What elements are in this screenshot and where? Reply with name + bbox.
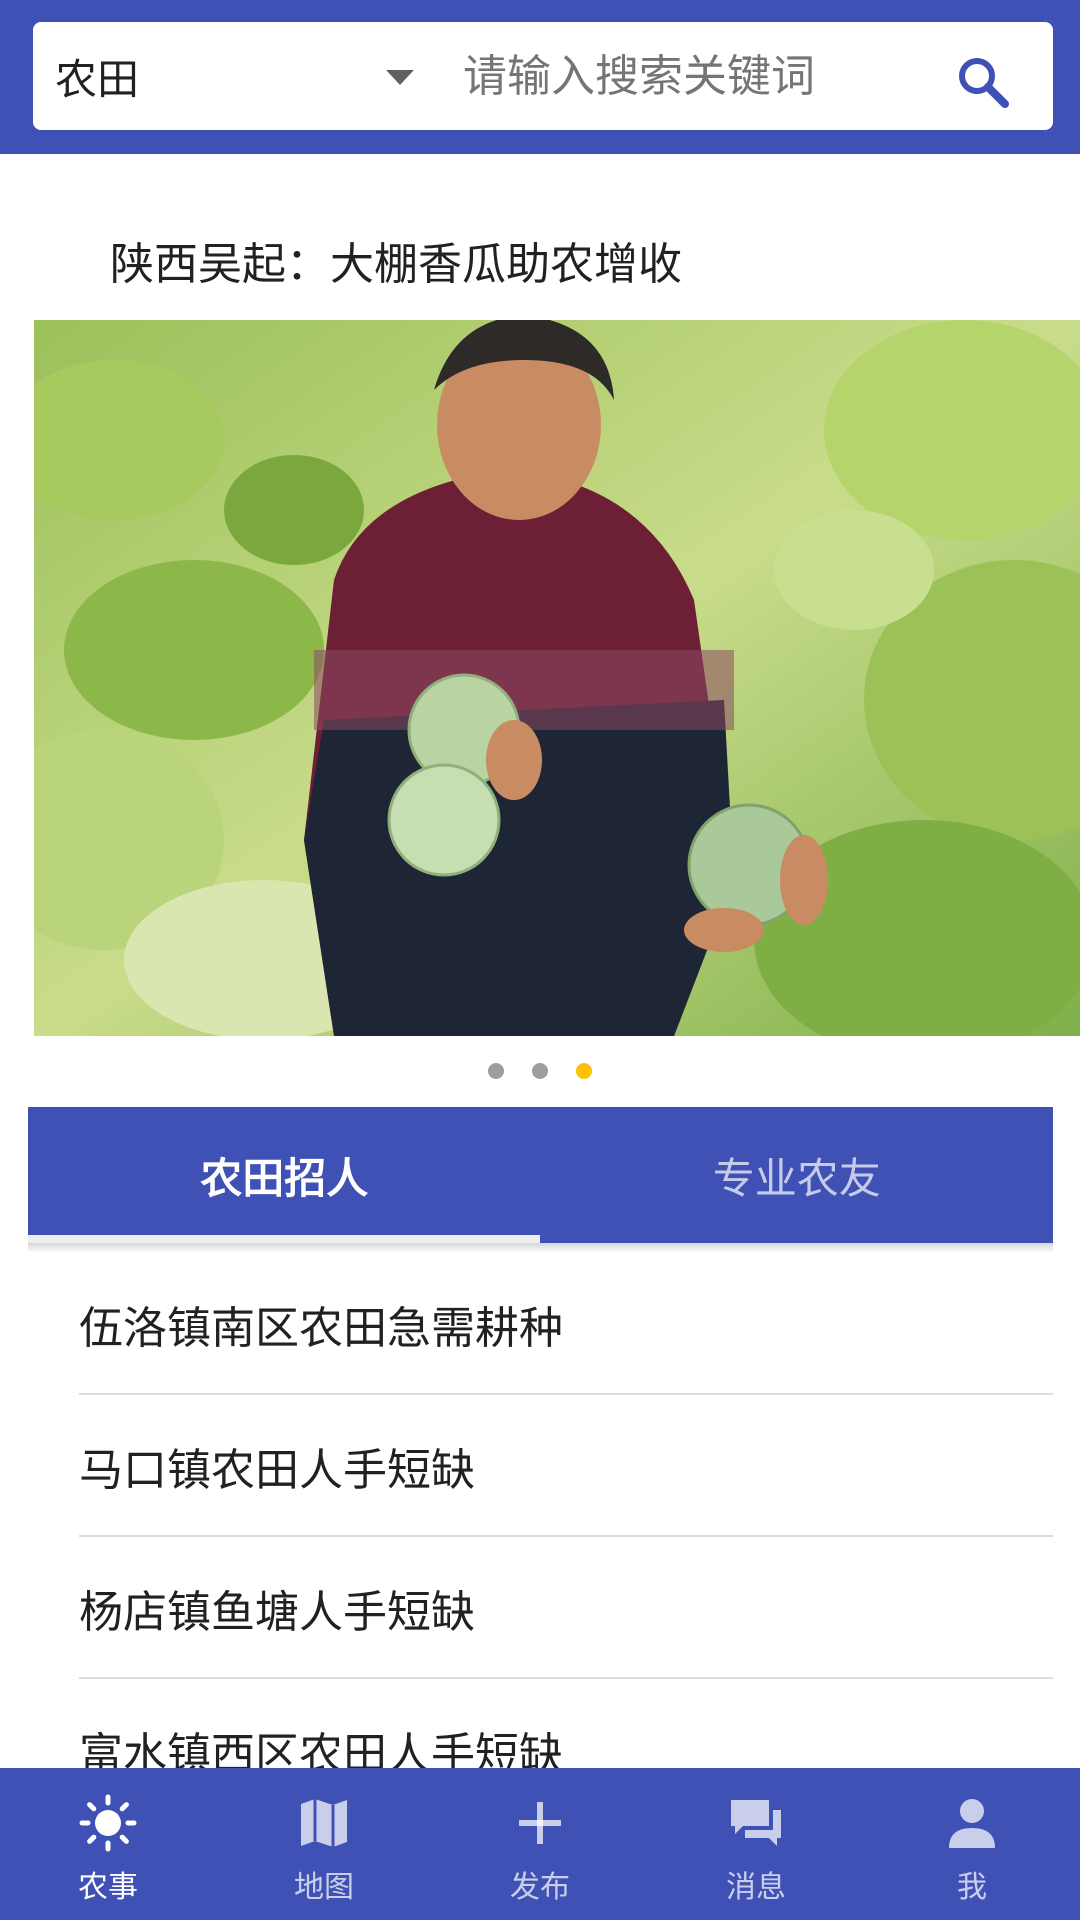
category-label: 农田 bbox=[55, 54, 140, 104]
sun-icon bbox=[79, 1794, 137, 1852]
carousel-dot[interactable] bbox=[532, 1063, 548, 1079]
nav-me[interactable]: 我 bbox=[864, 1768, 1080, 1920]
carousel-image[interactable] bbox=[34, 320, 1080, 1036]
list-item[interactable]: 伍洛镇南区农田急需耕种 bbox=[0, 1253, 1080, 1395]
list-item[interactable]: 马口镇农田人手短缺 bbox=[0, 1395, 1080, 1537]
tab-shadow bbox=[28, 1243, 1053, 1253]
nav-map[interactable]: 地图 bbox=[216, 1768, 432, 1920]
nav-label: 消息 bbox=[726, 1870, 786, 1905]
tab-indicator bbox=[28, 1235, 540, 1243]
map-icon bbox=[301, 1799, 347, 1847]
tab-label: 专业农友 bbox=[712, 1153, 881, 1203]
nav-label: 发布 bbox=[510, 1870, 570, 1905]
search-bar: 农田 bbox=[33, 22, 1053, 130]
person-icon bbox=[949, 1799, 995, 1848]
plus-icon bbox=[519, 1802, 561, 1844]
tab-label: 农田招人 bbox=[200, 1153, 369, 1203]
bottom-nav: 农事 地图 发布 消息 我 bbox=[0, 1768, 1080, 1920]
nav-farming[interactable]: 农事 bbox=[0, 1768, 216, 1920]
nav-label: 农事 bbox=[78, 1870, 138, 1905]
dropdown-caret-icon[interactable] bbox=[386, 70, 414, 85]
carousel-dot-active[interactable] bbox=[576, 1063, 592, 1079]
category-select[interactable]: 农田 bbox=[55, 22, 139, 130]
search-icon[interactable] bbox=[953, 52, 1013, 112]
tab-farm-recruit[interactable]: 农田招人 bbox=[28, 1107, 541, 1243]
farmer-melon-photo bbox=[34, 320, 1080, 1036]
news-headline[interactable]: 陕西吴起：大棚香瓜助农增收 bbox=[110, 228, 682, 292]
tab-bar: 农田招人 专业农友 bbox=[28, 1107, 1053, 1243]
nav-publish[interactable]: 发布 bbox=[432, 1768, 648, 1920]
list-item-title: 伍洛镇南区农田急需耕种 bbox=[79, 1303, 563, 1354]
list-item[interactable]: 杨店镇鱼塘人手短缺 bbox=[0, 1537, 1080, 1679]
top-bar: 农田 bbox=[0, 0, 1080, 154]
tab-pro-farmers[interactable]: 专业农友 bbox=[541, 1107, 1054, 1243]
recruit-list: 伍洛镇南区农田急需耕种 马口镇农田人手短缺 杨店镇鱼塘人手短缺 富水镇西区农田人… bbox=[0, 1253, 1080, 1821]
nav-messages[interactable]: 消息 bbox=[648, 1768, 864, 1920]
list-item-title: 马口镇农田人手短缺 bbox=[79, 1445, 475, 1496]
nav-label: 地图 bbox=[294, 1870, 354, 1905]
search-input[interactable] bbox=[461, 22, 911, 130]
list-item-title: 杨店镇鱼塘人手短缺 bbox=[79, 1587, 475, 1638]
carousel-dot[interactable] bbox=[488, 1063, 504, 1079]
nav-label: 我 bbox=[957, 1870, 987, 1905]
carousel-indicator bbox=[488, 1063, 592, 1079]
chat-icon bbox=[731, 1800, 781, 1846]
